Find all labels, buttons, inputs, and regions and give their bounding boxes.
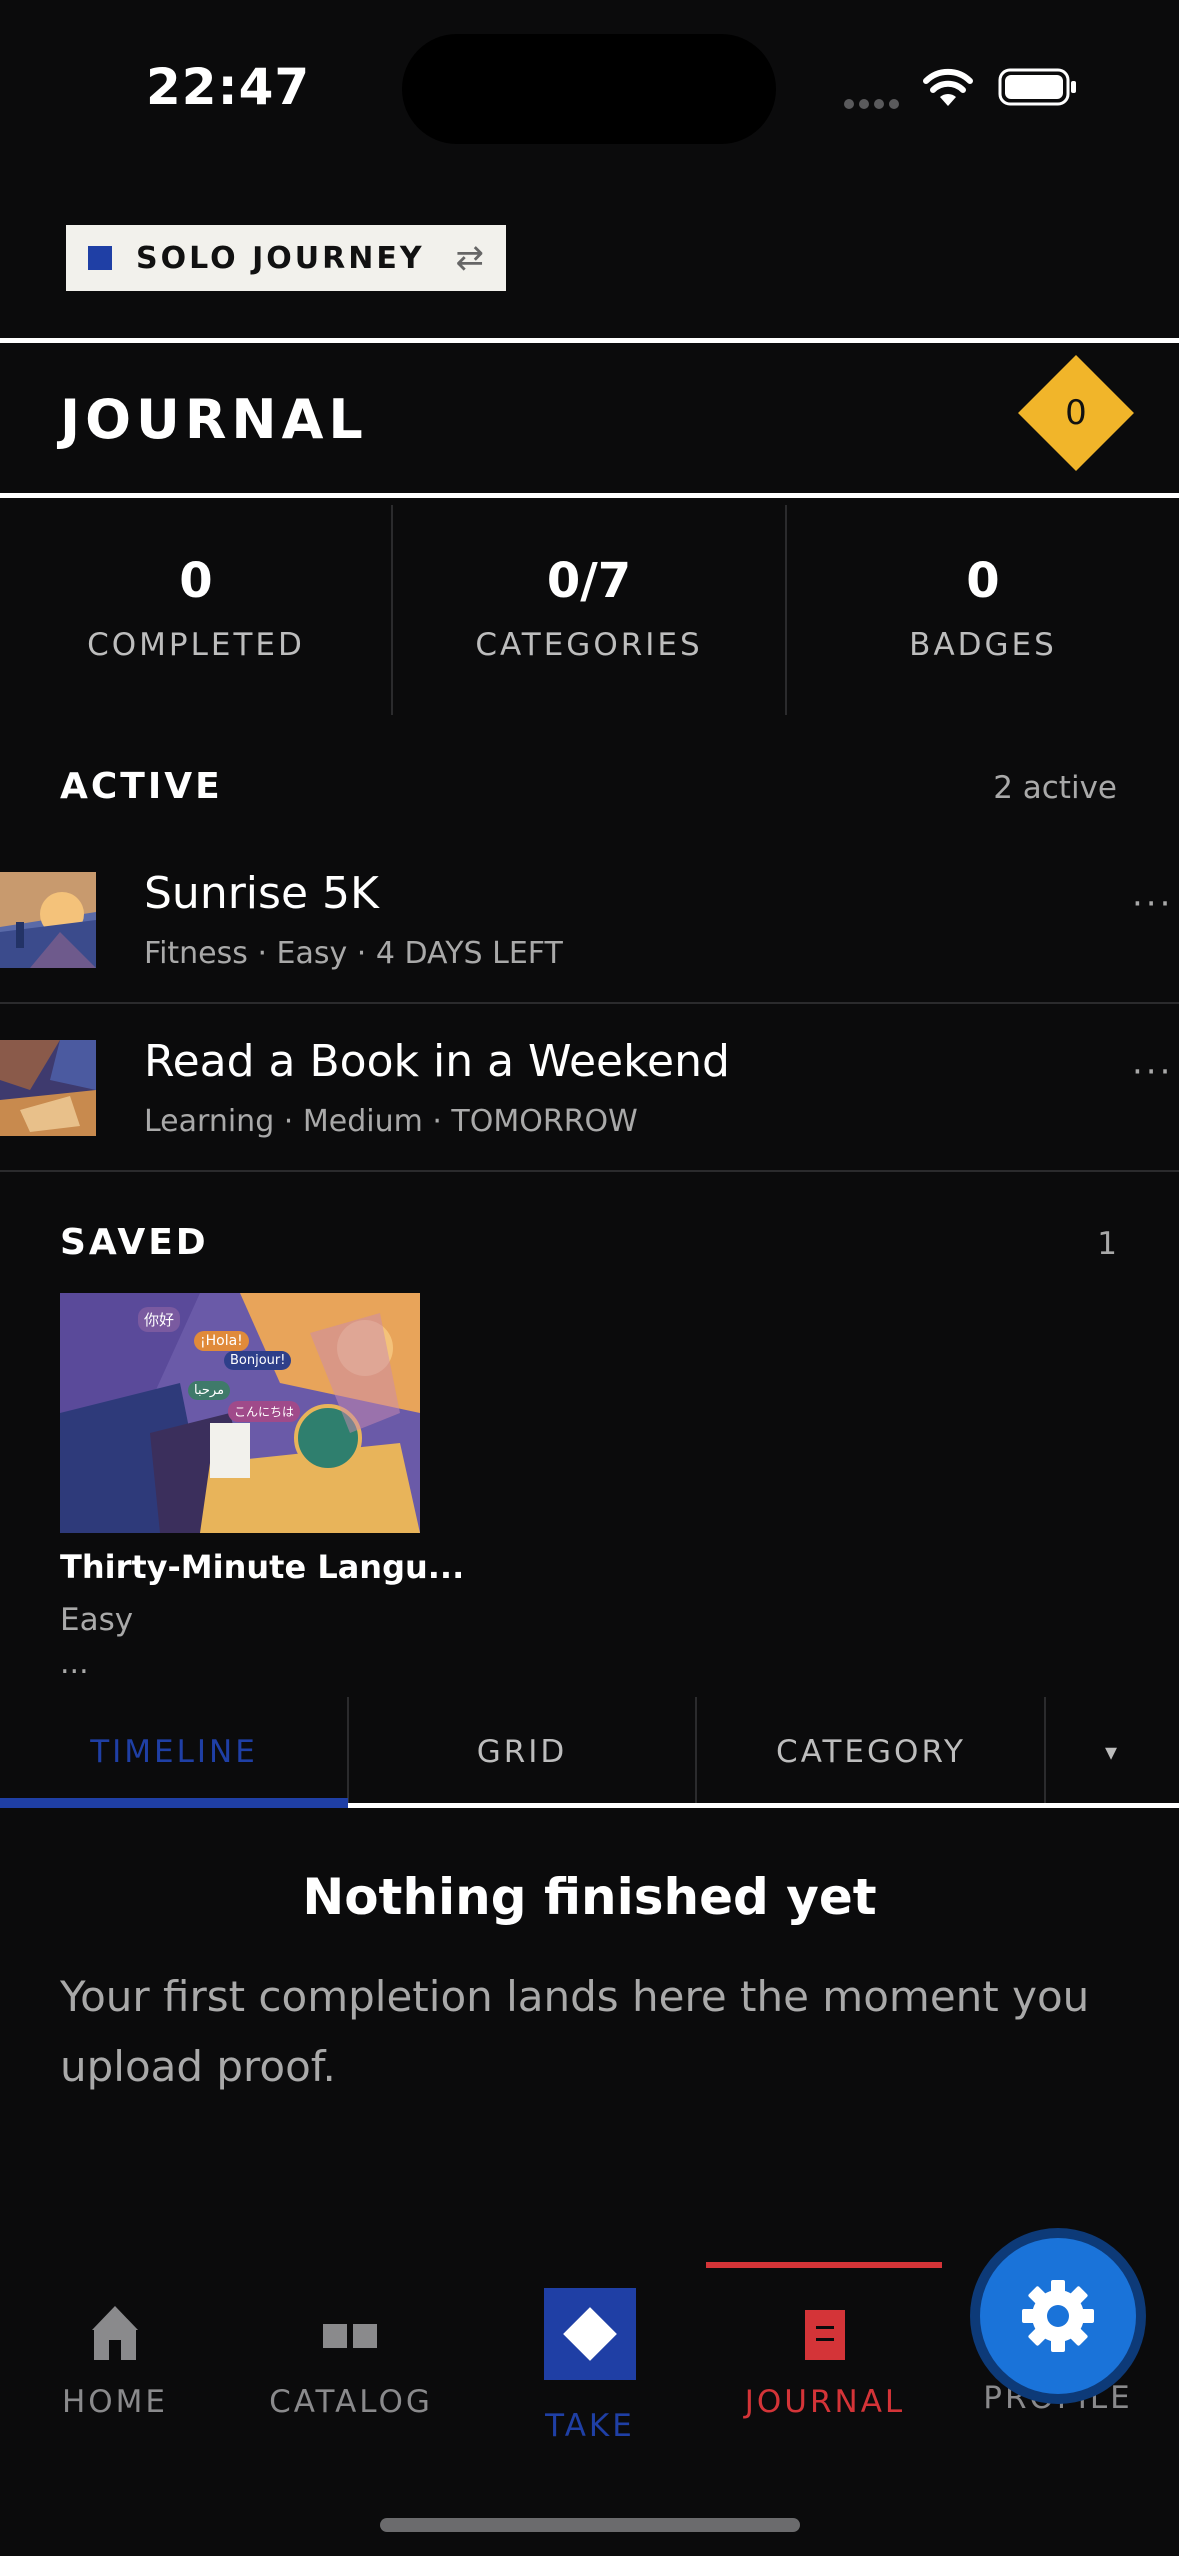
saved-card-title[interactable]: Thirty-Minute Langu...: [60, 1548, 464, 1586]
mode-color-swatch: [88, 246, 112, 270]
tab-timeline[interactable]: TIMELINE: [0, 1697, 348, 1807]
tab-baseline: [348, 1803, 1179, 1808]
challenge-thumbnail: [0, 1040, 96, 1136]
nav-active-indicator: [706, 2262, 942, 2268]
more-options-icon[interactable]: ···: [1132, 884, 1173, 924]
speech-bubble: 你好: [138, 1307, 181, 1332]
speech-bubble: Bonjour!: [224, 1351, 292, 1370]
row-divider: [0, 1002, 1179, 1004]
list-item-subtitle: Fitness · Easy · 4 DAYS LEFT: [144, 936, 563, 971]
nav-item-catalog[interactable]: CATALOG: [236, 2300, 466, 2420]
nav-label: JOURNAL: [744, 2384, 906, 2420]
stat-categories: 0/7 CATEGORIES: [393, 505, 785, 715]
speech-bubble: こんにちは: [228, 1401, 301, 1422]
saved-card-image[interactable]: 你好 ¡Hola! Bonjour! مرحبا こんにちは: [60, 1293, 420, 1533]
list-item[interactable]: Read a Book in a Weekend Learning · Medi…: [0, 1008, 1179, 1174]
list-item[interactable]: Sunrise 5K Fitness · Easy · 4 DAYS LEFT …: [0, 840, 1179, 1006]
header-bottom-rule: [0, 493, 1179, 498]
tab-dropdown[interactable]: ▾: [1046, 1697, 1179, 1807]
catalog-icon: [323, 2324, 377, 2348]
stat-value: 0: [179, 553, 213, 609]
stat-value: 0: [966, 553, 1000, 609]
nav-item-home[interactable]: HOME: [0, 2300, 230, 2420]
more-options-icon[interactable]: ···: [1132, 1052, 1173, 1092]
nav-label: CATALOG: [269, 2384, 433, 2420]
saved-section-title: SAVED: [60, 1222, 209, 1263]
nav-label: TAKE: [545, 2408, 635, 2444]
gear-icon: [1022, 2280, 1094, 2352]
battery-icon: [998, 68, 1076, 106]
challenge-thumbnail: [0, 872, 96, 968]
swap-arrows-icon: ⇄: [455, 238, 485, 278]
active-count: 2 active: [993, 770, 1117, 806]
speech-bubble: مرحبا: [188, 1381, 231, 1400]
list-item-title: Read a Book in a Weekend: [144, 1036, 730, 1087]
journal-icon: [805, 2310, 845, 2360]
saved-card-more: ...: [60, 1646, 89, 1681]
nav-label: HOME: [61, 2384, 169, 2420]
points-badge-value[interactable]: 0: [1035, 372, 1117, 454]
speech-bubble: ¡Hola!: [194, 1331, 249, 1351]
stat-value: 0/7: [546, 553, 632, 609]
dynamic-island: [402, 34, 776, 144]
stat-label: CATEGORIES: [475, 627, 703, 663]
stat-completed: 0 COMPLETED: [0, 505, 392, 715]
header-top-rule: [0, 338, 1179, 343]
saved-card-difficulty: Easy: [60, 1602, 134, 1638]
wifi-icon: [923, 68, 973, 106]
mode-label: SOLO JOURNEY: [136, 240, 425, 276]
saved-count: 1: [1097, 1226, 1117, 1262]
cellular-signal-icon: [844, 94, 906, 109]
stat-label: COMPLETED: [87, 627, 305, 663]
status-time: 22:47: [146, 58, 311, 116]
tab-active-indicator: [0, 1798, 348, 1808]
page-title: JOURNAL: [60, 388, 368, 451]
stat-badges: 0 BADGES: [787, 505, 1179, 715]
list-item-subtitle: Learning · Medium · TOMORROW: [144, 1104, 638, 1139]
tab-grid[interactable]: GRID: [349, 1697, 695, 1807]
settings-fab-button[interactable]: [980, 2238, 1136, 2394]
mode-switcher[interactable]: SOLO JOURNEY ⇄: [66, 225, 506, 291]
active-section-title: ACTIVE: [60, 766, 223, 807]
home-icon: [92, 2306, 138, 2360]
home-indicator: [380, 2518, 800, 2532]
tab-category[interactable]: CATEGORY: [697, 1697, 1045, 1807]
nav-item-journal[interactable]: JOURNAL: [710, 2300, 940, 2420]
list-item-title: Sunrise 5K: [144, 868, 379, 919]
empty-state-body: Your first completion lands here the mom…: [60, 1972, 1090, 2091]
row-divider: [0, 1170, 1179, 1172]
stat-label: BADGES: [909, 627, 1057, 663]
empty-state-title: Nothing finished yet: [302, 1868, 877, 1926]
